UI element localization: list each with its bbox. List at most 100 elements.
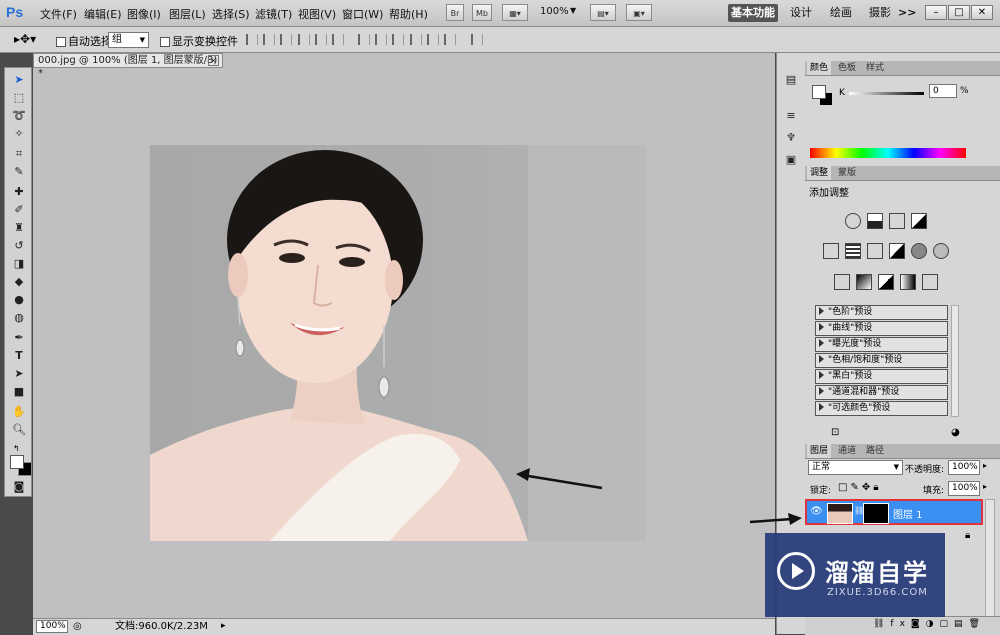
close-button[interactable]: ✕ — [971, 5, 993, 20]
align-bottom-icon[interactable] — [280, 34, 292, 45]
menu-layer[interactable]: 图层(L) — [169, 6, 206, 22]
brush-presets-icon[interactable]: ≡ — [784, 109, 798, 123]
gradient-map-icon[interactable] — [900, 274, 916, 290]
status-settings-icon[interactable]: ◎ — [73, 619, 82, 634]
tab-channels[interactable]: 通道 — [835, 444, 859, 458]
lasso-tool-icon[interactable]: ➰ — [12, 109, 26, 123]
eraser-tool-icon[interactable]: ◨ — [12, 257, 26, 271]
layer-row-selected[interactable]: 👁︎ ⛓︎ 图层 1 — [805, 499, 983, 525]
blur-tool-icon[interactable]: ● — [12, 293, 26, 307]
selective-color-icon[interactable] — [922, 274, 938, 290]
crop-tool-icon[interactable]: ⌗ — [12, 147, 26, 161]
vibrance-icon[interactable] — [823, 243, 839, 259]
photo-filter-icon[interactable] — [911, 243, 927, 259]
mini-bridge-button[interactable]: Mb — [472, 4, 492, 21]
align-vcenter-icon[interactable] — [263, 34, 275, 45]
layers-scrollbar[interactable] — [985, 499, 995, 619]
menu-window[interactable]: 窗口(W) — [342, 6, 383, 22]
maximize-button[interactable]: □ — [948, 5, 970, 20]
swap-colors-icon[interactable]: ↰ — [13, 445, 21, 453]
adjust-options-icon[interactable]: ◕ — [951, 427, 960, 438]
align-top-icon[interactable] — [246, 34, 258, 45]
color-fg-swatch[interactable] — [812, 85, 826, 99]
levels-icon[interactable] — [867, 213, 883, 229]
layer-mask-thumbnail[interactable] — [863, 503, 889, 524]
menu-image[interactable]: 图像(I) — [127, 6, 161, 22]
preset-exposure[interactable]: "曝光度"预设 — [815, 337, 948, 352]
type-tool-icon[interactable]: T — [12, 349, 26, 363]
healing-brush-tool-icon[interactable]: ✚ — [12, 185, 26, 199]
pen-tool-icon[interactable]: ✒ — [12, 331, 26, 345]
preset-curves[interactable]: "曲线"预设 — [815, 321, 948, 336]
lock-icons[interactable]: □✎✥🔒︎ — [838, 482, 882, 493]
close-tab-icon[interactable]: × — [208, 55, 219, 66]
menu-file[interactable]: 文件(F) — [40, 6, 77, 22]
align-left-icon[interactable] — [298, 34, 310, 45]
posterize-icon[interactable] — [856, 274, 872, 290]
status-menu-icon[interactable]: ▸ — [221, 619, 226, 634]
history-brush-tool-icon[interactable]: ↺ — [12, 239, 26, 253]
layer-name[interactable]: 图层 1 — [893, 506, 923, 521]
presets-scrollbar[interactable] — [951, 305, 959, 417]
tab-paths[interactable]: 路径 — [863, 444, 887, 458]
zoom-dropdown-icon[interactable]: ▼ — [570, 6, 576, 15]
workspace-painting[interactable]: 绘画 — [825, 4, 857, 22]
more-workspaces-button[interactable]: >> — [898, 4, 916, 22]
fill-arrow-icon[interactable]: ▸ — [983, 482, 987, 491]
status-zoom-field[interactable]: 100% — [36, 620, 68, 633]
tab-adjustments[interactable]: 调整 — [807, 166, 832, 180]
brightness-icon[interactable] — [845, 213, 861, 229]
align-right-icon[interactable] — [332, 34, 344, 45]
color-balance-icon[interactable] — [867, 243, 883, 259]
image-canvas[interactable] — [150, 145, 646, 541]
blend-mode-dropdown[interactable]: 正常 ▼ — [808, 460, 903, 475]
hue-saturation-icon[interactable] — [845, 243, 861, 259]
exposure-icon[interactable] — [911, 213, 927, 229]
path-selection-tool-icon[interactable]: ➤ — [12, 367, 26, 381]
black-white-icon[interactable] — [889, 243, 905, 259]
view-extras-button[interactable]: ▦▾ — [502, 4, 528, 21]
menu-view[interactable]: 视图(V) — [298, 6, 336, 22]
show-transform-checkbox[interactable]: 显示变换控件 — [160, 33, 238, 49]
bridge-button[interactable]: Br — [446, 4, 464, 21]
invert-icon[interactable] — [834, 274, 850, 290]
distribute-vcenter-icon[interactable] — [375, 34, 387, 45]
history-icon[interactable]: ▤ — [784, 73, 798, 87]
tab-masks[interactable]: 蒙版 — [835, 166, 859, 180]
distribute-top-icon[interactable] — [358, 34, 370, 45]
hand-tool-icon[interactable]: ✋ — [12, 405, 26, 419]
preset-levels[interactable]: "色阶"预设 — [815, 305, 948, 320]
distribute-left-icon[interactable] — [410, 34, 422, 45]
dodge-tool-icon[interactable]: ◍ — [12, 311, 26, 325]
menu-help[interactable]: 帮助(H) — [389, 6, 428, 22]
k-slider-track[interactable] — [849, 92, 924, 95]
clone-stamp-tool-icon[interactable]: ♜ — [12, 221, 26, 235]
preset-selective-color[interactable]: "可选颜色"预设 — [815, 401, 948, 416]
minimize-button[interactable]: – — [925, 5, 947, 20]
magic-wand-tool-icon[interactable]: ✧ — [12, 127, 26, 141]
menu-select[interactable]: 选择(S) — [212, 6, 250, 22]
clone-source-icon[interactable]: ♆ — [784, 131, 798, 145]
move-tool-icon[interactable]: ▸✥▾ — [14, 32, 36, 46]
preset-black-white[interactable]: "黑白"预设 — [815, 369, 948, 384]
marquee-tool-icon[interactable]: ⬚ — [12, 91, 26, 105]
preset-hue-saturation[interactable]: "色相/饱和度"预设 — [815, 353, 948, 368]
auto-align-icon[interactable] — [471, 34, 483, 45]
paint-bucket-tool-icon[interactable]: ◆ — [12, 275, 26, 289]
k-value-field[interactable]: 0 — [929, 84, 957, 98]
align-hcenter-icon[interactable] — [315, 34, 327, 45]
curves-icon[interactable] — [889, 213, 905, 229]
tab-swatches[interactable]: 色板 — [835, 61, 859, 75]
auto-select-dropdown[interactable]: 组 ▼ — [108, 32, 149, 48]
tab-layers[interactable]: 图层 — [807, 444, 832, 458]
workspace-design[interactable]: 设计 — [785, 4, 817, 22]
screen-mode-button[interactable]: ▣▾ — [626, 4, 652, 21]
auto-select-checkbox[interactable]: 自动选择: — [56, 33, 116, 49]
character-icon[interactable]: ▣ — [784, 153, 798, 167]
adjust-return-icon[interactable]: ⊡ — [831, 427, 839, 438]
workspace-essentials[interactable]: 基本功能 — [728, 4, 778, 22]
layer-footer-icons[interactable]: ⛓︎fx◙◑▢▤🗑︎ — [873, 619, 986, 629]
color-ramp[interactable] — [810, 148, 966, 158]
fill-field[interactable]: 100% — [948, 481, 980, 496]
eyedropper-tool-icon[interactable]: ✎ — [12, 165, 26, 179]
